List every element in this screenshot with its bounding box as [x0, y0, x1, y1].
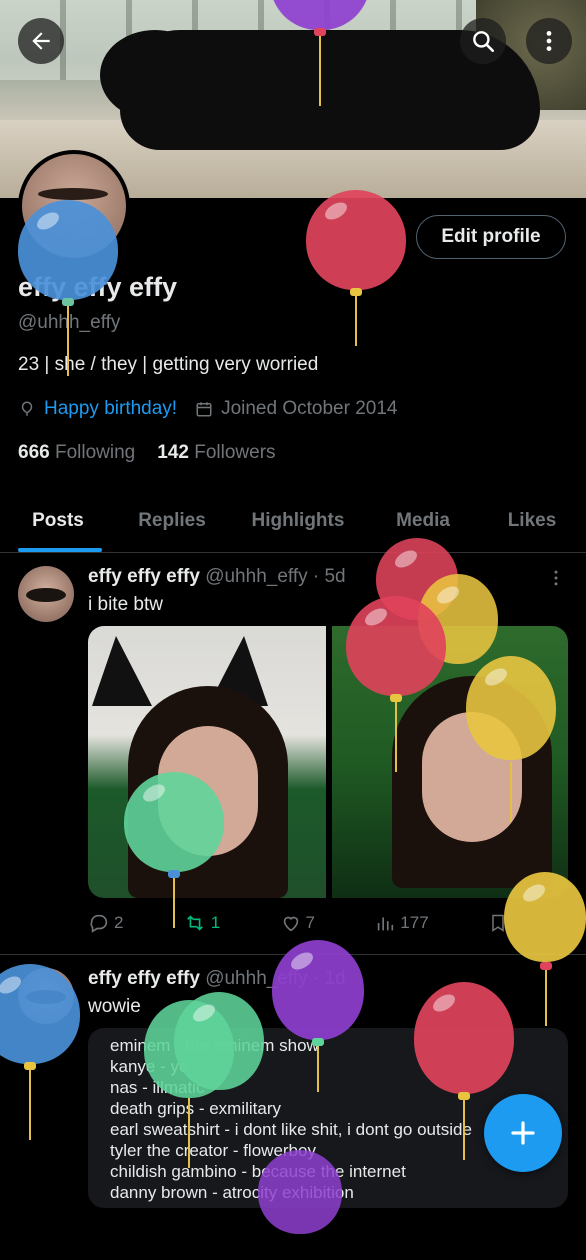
- tab-posts[interactable]: Posts: [0, 490, 116, 552]
- balloon-blue: [0, 964, 80, 1140]
- joined-date: Joined October 2014: [221, 398, 398, 419]
- arrow-left-icon: [32, 32, 50, 50]
- banner-cat-head: [100, 30, 210, 120]
- tab-replies[interactable]: Replies: [116, 490, 228, 552]
- balloon-green: [124, 772, 224, 928]
- post-avatar[interactable]: [18, 566, 74, 622]
- search-button[interactable]: [460, 18, 506, 64]
- like-button[interactable]: 7: [280, 912, 315, 934]
- views-icon: [378, 917, 394, 931]
- balloon-body: [270, 0, 370, 30]
- more-vertical-icon: [546, 31, 552, 51]
- balloon-string: [463, 1100, 465, 1160]
- profile-meta: Happy birthday! Joined October 2014: [18, 398, 397, 420]
- reply-button[interactable]: 2: [88, 912, 123, 934]
- post-actions: 2 1 7 177: [88, 912, 508, 934]
- following-count: 666: [18, 442, 50, 463]
- more-button[interactable]: [526, 18, 572, 64]
- repost-button[interactable]: 1: [183, 912, 220, 934]
- following-stat[interactable]: 666 Following: [18, 442, 135, 464]
- profile-bio: 23 | she / they | getting very worried: [18, 354, 319, 375]
- like-count: 7: [305, 913, 315, 932]
- balloon-string: [67, 306, 69, 376]
- balloon-knot: [24, 1062, 36, 1070]
- balloon-red: [346, 596, 446, 772]
- balloon-string: [510, 762, 512, 822]
- followers-label: Followers: [194, 442, 276, 463]
- profile-handle: @uhhh_effy: [18, 312, 121, 333]
- balloon-knot: [350, 288, 362, 296]
- post-more-icon[interactable]: [546, 568, 566, 588]
- balloon-body: [124, 772, 224, 872]
- post-meta: @uhhh_effy · 5d: [205, 566, 346, 587]
- balloon-body: [18, 200, 118, 300]
- balloon-body: [258, 1150, 342, 1234]
- back-button[interactable]: [18, 18, 64, 64]
- search-icon: [473, 31, 495, 53]
- balloon-body: [414, 982, 514, 1094]
- reply-icon: [90, 914, 108, 933]
- repost-count: 1: [210, 913, 221, 932]
- tab-highlights[interactable]: Highlights: [228, 490, 368, 552]
- balloon-knot: [168, 870, 180, 878]
- balloon-knot: [390, 694, 402, 702]
- tab-likes[interactable]: Likes: [478, 490, 586, 552]
- balloon-knot: [62, 298, 74, 306]
- balloon-body: [306, 190, 406, 290]
- balloon-body: [504, 872, 586, 962]
- post-text: wowie: [88, 996, 141, 1017]
- repost-icon: [186, 915, 203, 931]
- balloon-knot: [540, 962, 552, 970]
- balloon-body: [346, 596, 446, 696]
- plus-icon: [511, 1121, 535, 1145]
- balloon-string: [319, 36, 321, 106]
- post-author-name[interactable]: effy effy effy: [88, 566, 200, 587]
- balloon-body: [174, 992, 264, 1090]
- balloon-red: [414, 982, 514, 1160]
- followers-stat[interactable]: 142 Followers: [157, 442, 275, 464]
- balloon-purple: [258, 1150, 342, 1260]
- balloon-knot: [314, 28, 326, 36]
- balloon-knot: [458, 1092, 470, 1100]
- balloon-string: [395, 702, 397, 772]
- birthday-link[interactable]: Happy birthday!: [44, 398, 177, 420]
- reply-count: 2: [114, 913, 124, 932]
- followers-count: 142: [157, 442, 189, 463]
- edit-profile-button[interactable]: Edit profile: [416, 215, 566, 259]
- following-label: Following: [54, 442, 136, 463]
- balloon-string: [545, 970, 547, 1026]
- balloon-string: [29, 1070, 31, 1140]
- cat-ear-left: [92, 636, 152, 706]
- avatar-eye: [26, 588, 66, 602]
- balloon-purple: [272, 940, 364, 1092]
- views-count: 177: [400, 913, 429, 932]
- avatar-eyebrow: [38, 188, 108, 200]
- balloon-knot: [312, 1038, 324, 1046]
- follow-stats: 666 Following 142 Followers: [18, 442, 276, 464]
- balloon-blue: [18, 200, 118, 376]
- compose-button[interactable]: [484, 1094, 562, 1172]
- balloon-body: [272, 940, 364, 1040]
- post-author-name[interactable]: effy effy effy: [88, 968, 200, 989]
- balloon-yellow: [466, 656, 556, 822]
- balloon-string: [173, 878, 175, 928]
- balloon-body: [466, 656, 556, 760]
- balloon-icon: [21, 401, 33, 416]
- views-button[interactable]: 177: [374, 912, 429, 934]
- balloon-string: [317, 1046, 319, 1092]
- post-text: i bite btw: [88, 594, 163, 615]
- balloon-green: [174, 992, 264, 1102]
- list-item: earl sweatshirt - i dont like shit, i do…: [110, 1120, 472, 1139]
- balloon-yellow: [504, 872, 586, 1026]
- balloon-purple: [270, 0, 370, 106]
- profile-tabs: Posts Replies Highlights Media Likes: [0, 490, 586, 553]
- balloon-string: [355, 296, 357, 346]
- heart-icon: [283, 916, 298, 932]
- balloon-string: [188, 1098, 190, 1168]
- calendar-icon: [196, 402, 212, 417]
- post-header: effy effy effy @uhhh_effy · 5d: [88, 566, 346, 588]
- balloon-red: [306, 190, 406, 346]
